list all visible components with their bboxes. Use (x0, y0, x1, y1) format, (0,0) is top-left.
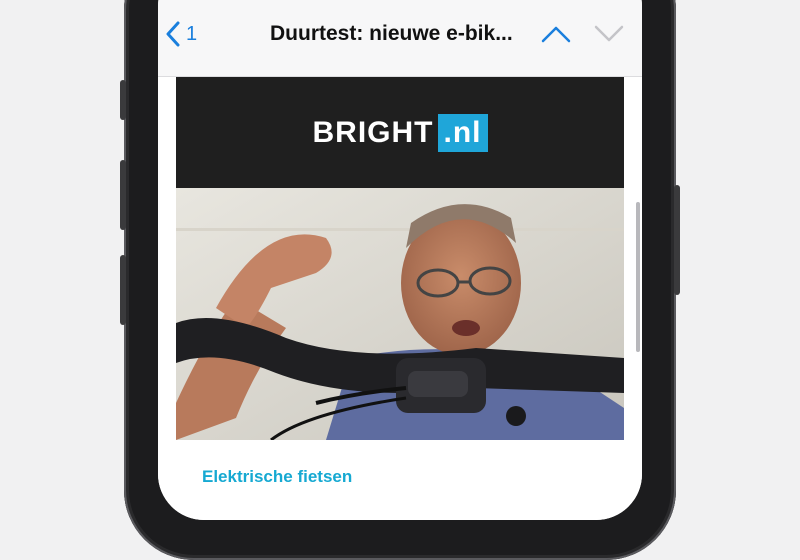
phone-side-button (120, 80, 126, 120)
back-count: 1 (186, 22, 198, 45)
logo-main-text: BRIGHT (312, 115, 434, 149)
chevron-up-icon[interactable] (541, 24, 571, 44)
scrollbar[interactable] (636, 202, 640, 352)
phone-side-button (120, 255, 126, 325)
chevron-left-icon (166, 21, 180, 47)
bright-logo[interactable]: BRIGHT .nl (312, 113, 488, 152)
chevron-down-icon[interactable] (594, 24, 624, 44)
back-button[interactable]: 1 (166, 18, 197, 50)
article-category-link[interactable]: Elektrische fietsen (202, 467, 352, 487)
phone-side-button (674, 185, 680, 295)
logo-tld-text: .nl (437, 113, 488, 152)
phone-side-button (120, 160, 126, 230)
article-photo-image (176, 188, 624, 440)
newsletter-header: BRIGHT .nl (176, 77, 624, 188)
mail-navigation-bar: 1 Duurtest: nieuwe e-bik... (158, 0, 642, 77)
phone-screen: 1 Duurtest: nieuwe e-bik... BRIGHT .nl E… (158, 0, 642, 520)
email-body[interactable]: BRIGHT .nl Elektrische fietsen (158, 77, 642, 520)
article-photo[interactable] (176, 188, 624, 440)
message-subject-title: Duurtest: nieuwe e-bik... (270, 22, 513, 45)
